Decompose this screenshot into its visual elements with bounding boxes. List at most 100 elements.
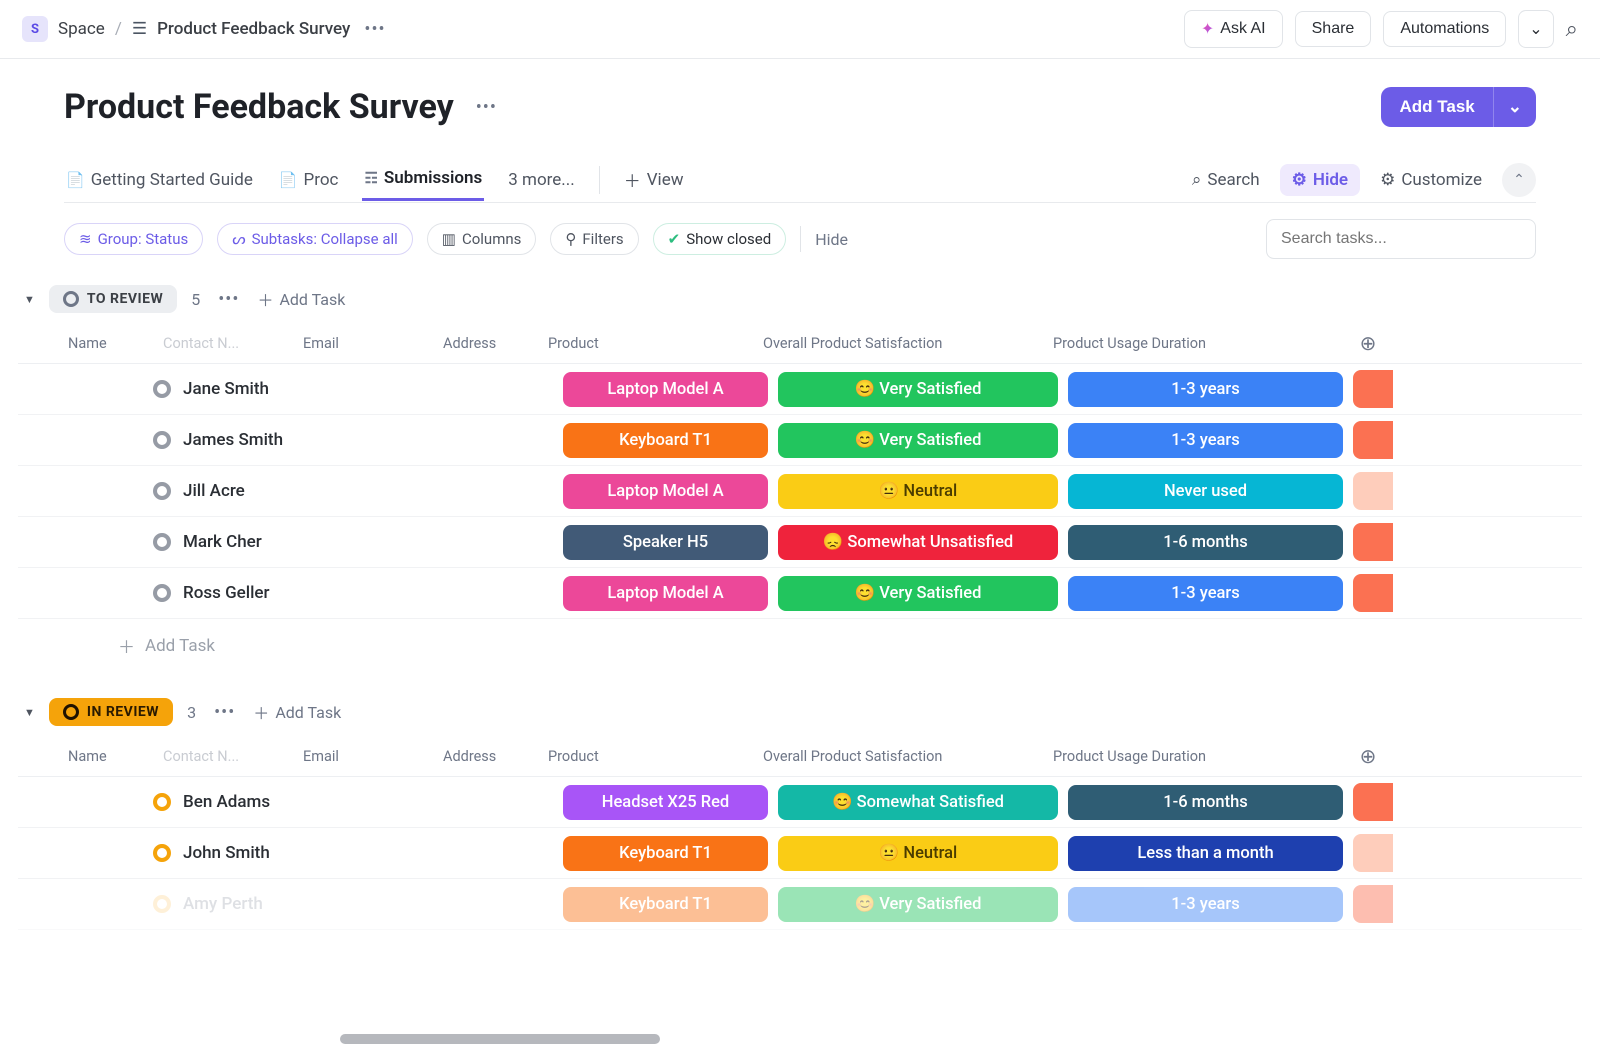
subtasks-pill[interactable]: ᔕSubtasks: Collapse all: [217, 223, 413, 255]
status-circle-icon[interactable]: [153, 533, 171, 551]
status-chip[interactable]: TO REVIEW: [49, 285, 177, 313]
product-tag[interactable]: Laptop Model A: [563, 576, 768, 611]
breadcrumb-page[interactable]: Product Feedback Survey: [157, 19, 350, 39]
search-icon[interactable]: ⌕: [1566, 17, 1578, 42]
tab-submissions[interactable]: ☶Submissions: [362, 158, 484, 201]
status-chip[interactable]: IN REVIEW: [49, 698, 173, 726]
col-name[interactable]: Name: [68, 748, 163, 765]
duration-tag[interactable]: 1-6 months: [1068, 785, 1343, 820]
show-closed-pill[interactable]: ✔Show closed: [653, 223, 787, 255]
status-circle-icon[interactable]: [153, 793, 171, 811]
overflow-tag[interactable]: [1353, 421, 1393, 459]
product-tag[interactable]: Keyboard T1: [563, 887, 768, 922]
col-contact[interactable]: Contact N...: [163, 748, 303, 765]
search-tool[interactable]: ⌕Search: [1192, 170, 1260, 190]
table-row[interactable]: Ross Geller Laptop Model A 😊 Very Satisf…: [18, 568, 1582, 619]
duration-tag[interactable]: 1-3 years: [1068, 576, 1343, 611]
search-tasks-input[interactable]: [1266, 219, 1536, 259]
group-add-task[interactable]: ＋Add Task: [257, 287, 345, 311]
tab-proc[interactable]: 📄Proc: [277, 160, 341, 200]
share-button[interactable]: Share: [1295, 11, 1372, 47]
group-add-task[interactable]: ＋Add Task: [253, 700, 341, 724]
status-circle-icon[interactable]: [153, 844, 171, 862]
col-name[interactable]: Name: [68, 335, 163, 352]
group-more-icon[interactable]: •••: [210, 702, 239, 723]
status-circle-icon[interactable]: [153, 482, 171, 500]
page-more-icon[interactable]: •••: [472, 97, 501, 118]
duration-tag[interactable]: Less than a month: [1068, 836, 1343, 871]
add-task-button[interactable]: Add Task ⌄: [1381, 87, 1536, 127]
col-address[interactable]: Address: [443, 748, 548, 765]
overflow-tag[interactable]: [1353, 574, 1393, 612]
task-name[interactable]: Mark Cher: [183, 532, 563, 552]
add-task-row[interactable]: ＋Add Task: [18, 619, 1582, 664]
group-more-icon[interactable]: •••: [214, 289, 243, 310]
product-tag[interactable]: Headset X25 Red: [563, 785, 768, 820]
space-icon[interactable]: S: [22, 16, 48, 42]
overflow-tag[interactable]: [1353, 370, 1393, 408]
col-contact[interactable]: Contact N...: [163, 335, 303, 352]
col-product[interactable]: Product: [548, 748, 763, 765]
table-row[interactable]: Jane Smith Laptop Model A 😊 Very Satisfi…: [18, 364, 1582, 415]
col-duration[interactable]: Product Usage Duration: [1053, 335, 1338, 352]
tab-more[interactable]: 3 more...: [506, 160, 576, 200]
table-row[interactable]: Mark Cher Speaker H5 😞 Somewhat Unsatisf…: [18, 517, 1582, 568]
add-column-button[interactable]: ⊕: [1338, 331, 1398, 355]
satisfaction-tag[interactable]: 😐 Neutral: [778, 474, 1058, 509]
overflow-tag[interactable]: [1353, 523, 1393, 561]
product-tag[interactable]: Speaker H5: [563, 525, 768, 560]
satisfaction-tag[interactable]: 😞 Somewhat Unsatisfied: [778, 525, 1058, 560]
satisfaction-tag[interactable]: 😊 Very Satisfied: [778, 372, 1058, 407]
col-product[interactable]: Product: [548, 335, 763, 352]
task-name[interactable]: James Smith: [183, 430, 563, 450]
collapse-caret[interactable]: ▼: [24, 293, 35, 306]
overflow-tag[interactable]: [1353, 472, 1393, 510]
filters-pill[interactable]: ⚲Filters: [550, 223, 638, 255]
task-name[interactable]: John Smith: [183, 843, 563, 863]
table-row[interactable]: James Smith Keyboard T1 😊 Very Satisfied…: [18, 415, 1582, 466]
status-circle-icon[interactable]: [153, 380, 171, 398]
duration-tag[interactable]: 1-3 years: [1068, 887, 1343, 922]
col-duration[interactable]: Product Usage Duration: [1053, 748, 1338, 765]
columns-pill[interactable]: ▥Columns: [427, 223, 537, 255]
duration-tag[interactable]: 1-3 years: [1068, 372, 1343, 407]
duration-tag[interactable]: Never used: [1068, 474, 1343, 509]
table-row[interactable]: Amy Perth Keyboard T1 😊 Very Satisfied 1…: [18, 879, 1582, 930]
satisfaction-tag[interactable]: 😐 Neutral: [778, 836, 1058, 871]
overflow-tag[interactable]: [1353, 834, 1393, 872]
col-satisfaction[interactable]: Overall Product Satisfaction: [763, 748, 1053, 765]
overflow-tag[interactable]: [1353, 783, 1393, 821]
product-tag[interactable]: Laptop Model A: [563, 474, 768, 509]
automations-dropdown[interactable]: ⌄: [1518, 10, 1553, 48]
collapse-button[interactable]: ⌃: [1502, 163, 1536, 197]
table-row[interactable]: Jill Acre Laptop Model A 😐 Neutral Never…: [18, 466, 1582, 517]
group-pill[interactable]: ≋Group: Status: [64, 223, 203, 255]
col-email[interactable]: Email: [303, 335, 443, 352]
customize-tool[interactable]: ⚙Customize: [1380, 170, 1482, 190]
ask-ai-button[interactable]: ✦Ask AI: [1184, 10, 1283, 48]
task-name[interactable]: Jane Smith: [183, 379, 563, 399]
duration-tag[interactable]: 1-3 years: [1068, 423, 1343, 458]
col-address[interactable]: Address: [443, 335, 548, 352]
add-task-dropdown[interactable]: ⌄: [1493, 87, 1536, 127]
satisfaction-tag[interactable]: 😊 Very Satisfied: [778, 423, 1058, 458]
satisfaction-tag[interactable]: 😊 Very Satisfied: [778, 887, 1058, 922]
add-view-button[interactable]: ＋View: [622, 157, 686, 202]
status-circle-icon[interactable]: [153, 895, 171, 913]
col-satisfaction[interactable]: Overall Product Satisfaction: [763, 335, 1053, 352]
breadcrumb-space[interactable]: Space: [58, 19, 105, 39]
col-email[interactable]: Email: [303, 748, 443, 765]
task-name[interactable]: Jill Acre: [183, 481, 563, 501]
hide-link[interactable]: Hide: [815, 230, 848, 249]
table-row[interactable]: Ben Adams Headset X25 Red 😊 Somewhat Sat…: [18, 777, 1582, 828]
tab-getting-started[interactable]: 📄Getting Started Guide: [64, 160, 255, 200]
more-icon[interactable]: •••: [360, 19, 389, 40]
satisfaction-tag[interactable]: 😊 Very Satisfied: [778, 576, 1058, 611]
table-row[interactable]: John Smith Keyboard T1 😐 Neutral Less th…: [18, 828, 1582, 879]
task-name[interactable]: Amy Perth: [183, 894, 563, 914]
task-name[interactable]: Ben Adams: [183, 792, 563, 812]
task-name[interactable]: Ross Geller: [183, 583, 563, 603]
product-tag[interactable]: Keyboard T1: [563, 423, 768, 458]
add-column-button[interactable]: ⊕: [1338, 744, 1398, 768]
collapse-caret[interactable]: ▼: [24, 706, 35, 719]
